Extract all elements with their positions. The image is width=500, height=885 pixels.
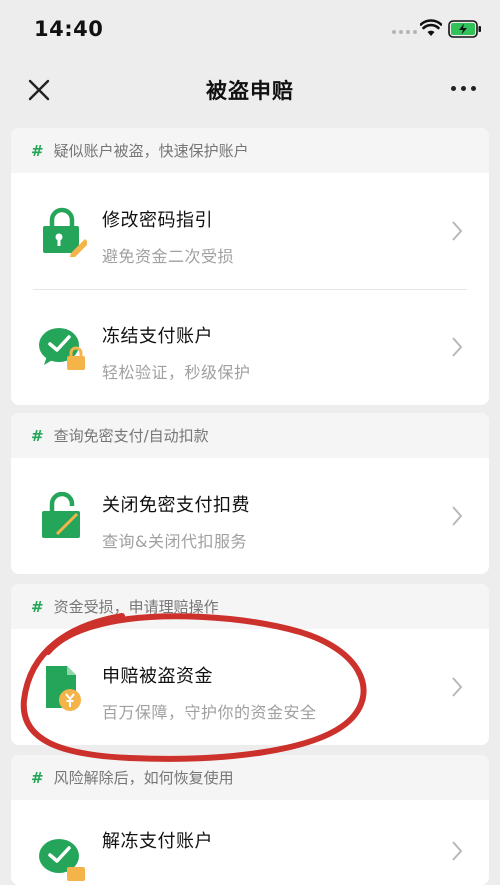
freeze-account-item[interactable]: 冻结支付账户 轻松验证，秒级保护 — [11, 289, 489, 405]
hash-icon: # — [31, 768, 44, 787]
section-autopay: # 查询免密支付/自动扣款 关闭免密支付扣费 查询&关闭代扣服务 — [11, 413, 489, 574]
chevron-right-icon — [452, 221, 463, 241]
page-title: 被盗申赔 — [206, 79, 294, 103]
section-header-text: 风险解除后，如何恢复使用 — [53, 769, 234, 787]
more-icon[interactable] — [451, 86, 476, 91]
item-title: 解冻支付账户 — [102, 831, 213, 852]
section-header-text: 资金受损，申请理赔操作 — [53, 598, 219, 616]
disable-autopay-item[interactable]: 关闭免密支付扣费 查询&关闭代扣服务 — [11, 458, 489, 574]
chevron-right-icon — [452, 337, 463, 357]
section-header: # 查询免密支付/自动扣款 — [11, 413, 489, 458]
section-account-protection: # 疑似账户被盗，快速保护账户 修改密码指引 避免资金二次受损 冻结支付账户 轻… — [11, 128, 489, 405]
divider — [33, 289, 467, 290]
battery-charging-icon — [448, 20, 481, 38]
claim-document-icon — [46, 666, 81, 711]
open-lock-icon — [42, 492, 80, 538]
chevron-right-icon — [452, 841, 463, 861]
signal-icon — [392, 30, 417, 34]
item-subtitle: 百万保障，守护你的资金安全 — [102, 703, 317, 722]
item-subtitle: 查询&关闭代扣服务 — [102, 532, 247, 551]
hash-icon: # — [31, 597, 44, 616]
chevron-right-icon — [452, 506, 463, 526]
item-title: 修改密码指引 — [102, 210, 213, 231]
wifi-icon — [420, 19, 442, 36]
item-title: 申赔被盗资金 — [102, 666, 213, 687]
unfreeze-account-item[interactable]: 解冻支付账户 — [11, 800, 489, 885]
nav-bar: 被盗申赔 — [0, 60, 500, 120]
status-bar: 14:40 — [0, 0, 500, 60]
hash-icon: # — [31, 141, 44, 160]
hash-icon: # — [31, 426, 44, 445]
chevron-right-icon — [452, 677, 463, 697]
item-title: 关闭免密支付扣费 — [102, 495, 250, 516]
section-header-text: 查询免密支付/自动扣款 — [53, 427, 209, 445]
status-time: 14:40 — [34, 17, 104, 41]
change-password-item[interactable]: 修改密码指引 避免资金二次受损 — [11, 173, 489, 289]
section-claim: # 资金受损，申请理赔操作 申赔被盗资金 百万保障，守护你的资金安全 — [11, 584, 489, 745]
wechat-pay-lock-icon — [39, 328, 85, 370]
unfreeze-account-icon — [39, 839, 85, 881]
item-subtitle: 避免资金二次受损 — [102, 247, 235, 266]
section-header: # 风险解除后，如何恢复使用 — [11, 755, 489, 800]
item-title: 冻结支付账户 — [102, 326, 213, 347]
section-header: # 资金受损，申请理赔操作 — [11, 584, 489, 629]
section-header: # 疑似账户被盗，快速保护账户 — [11, 128, 489, 173]
section-header-text: 疑似账户被盗，快速保护账户 — [53, 142, 249, 160]
lock-pen-icon — [43, 207, 87, 257]
claim-stolen-funds-item[interactable]: 申赔被盗资金 百万保障，守护你的资金安全 — [11, 629, 489, 745]
item-subtitle: 轻松验证，秒级保护 — [102, 363, 251, 382]
